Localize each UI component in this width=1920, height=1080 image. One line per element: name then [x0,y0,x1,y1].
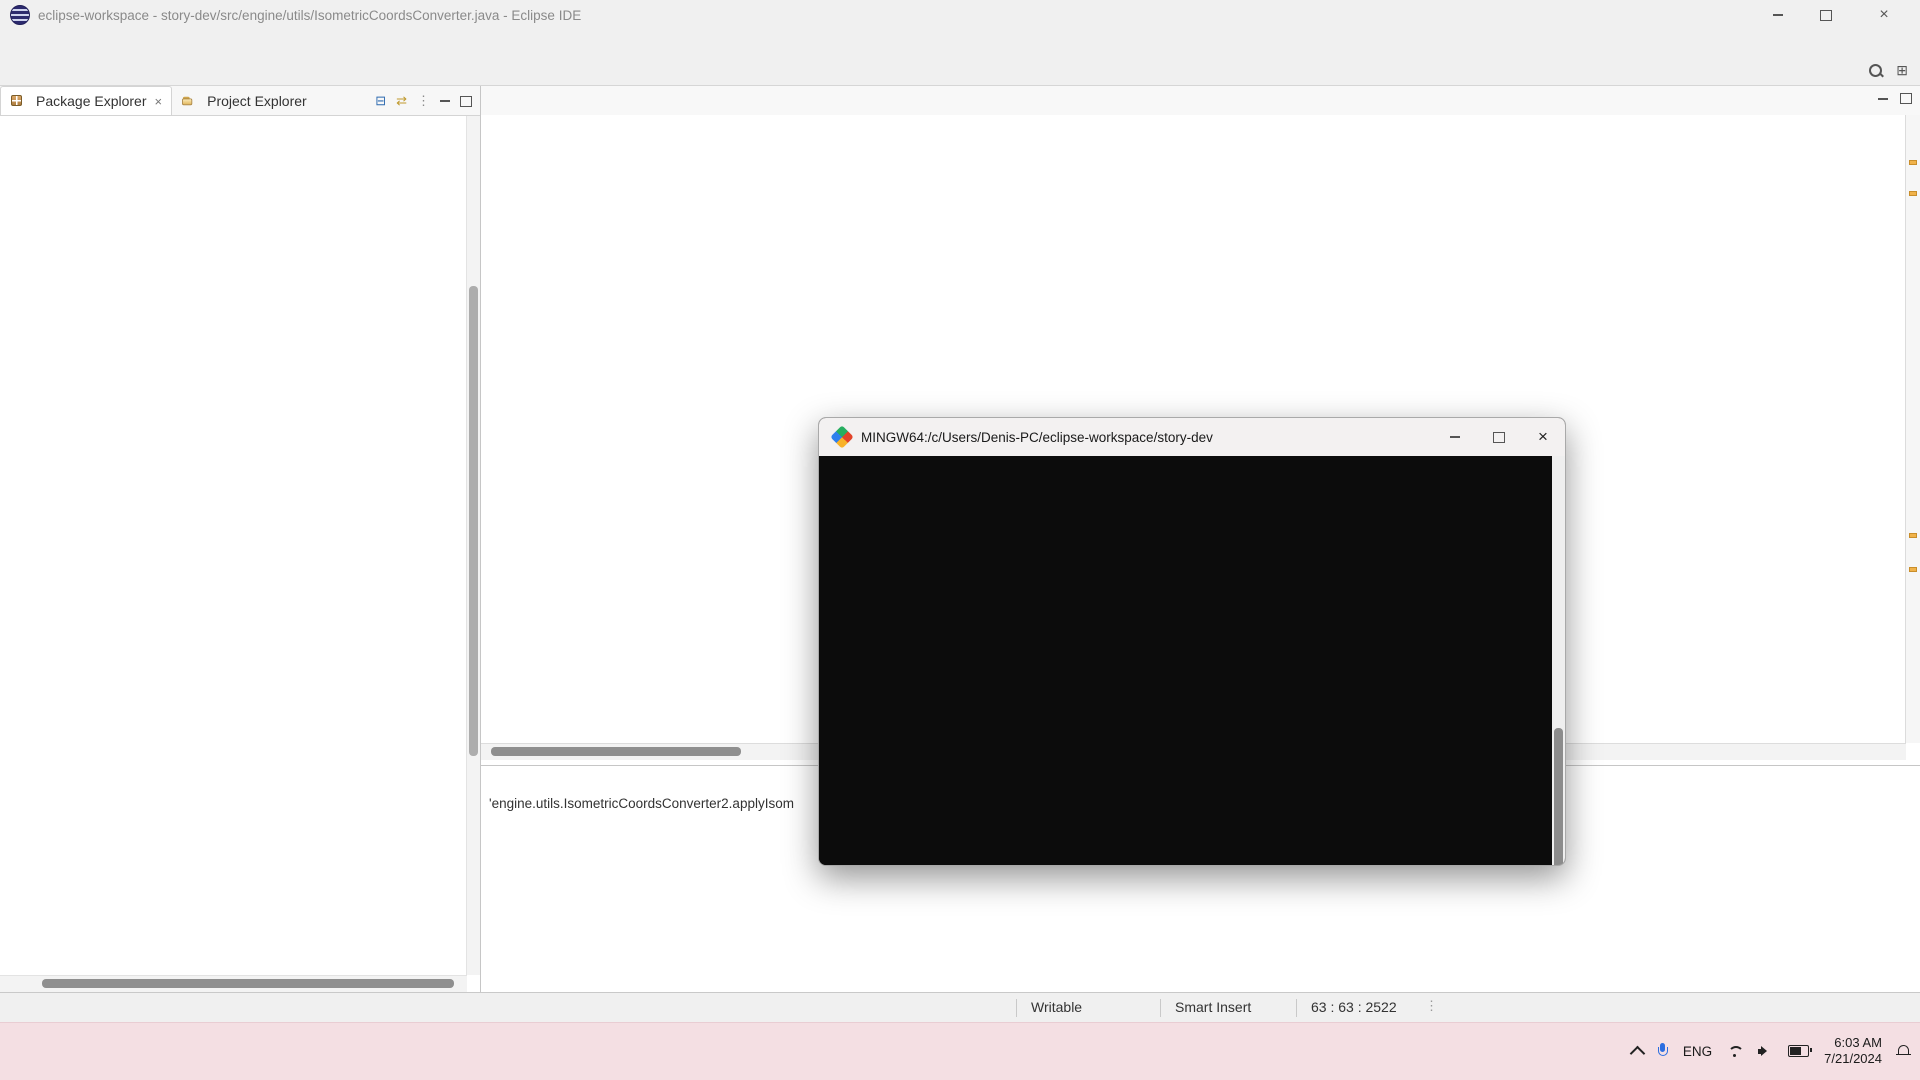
terminal-close-button[interactable]: × [1521,418,1565,456]
explorer-horizontal-scrollbar[interactable] [0,975,467,992]
status-insert-mode: Smart Insert [1175,999,1251,1015]
tray-overflow-icon[interactable] [1630,1045,1646,1061]
tab-project-explorer[interactable]: Project Explorer [172,87,316,115]
collapse-all-icon[interactable]: ⊟ [375,93,386,109]
status-bar: Writable Smart Insert 63 : 63 : 2522 ⋮ [0,992,1920,1023]
status-menu-icon[interactable]: ⋮ [1425,998,1439,1014]
explorer-vertical-scrollbar[interactable] [466,116,480,975]
open-perspective-icon[interactable]: ⊞ [1896,62,1908,79]
terminal-minimize-button[interactable] [1433,418,1477,456]
window-title: eclipse-workspace - story-dev/src/engine… [38,8,581,23]
battery-icon[interactable] [1788,1045,1809,1057]
system-tray: ENG 6:03 AM7/21/2024 [1632,1022,1910,1080]
project-explorer-icon [181,94,195,108]
package-explorer-tree [0,116,466,975]
minimize-editor-icon[interactable] [1878,98,1888,100]
microphone-icon[interactable] [1658,1043,1668,1059]
clock[interactable]: 6:03 AM7/21/2024 [1824,1035,1882,1067]
main-toolbar [0,55,1920,86]
wifi-icon[interactable] [1727,1045,1743,1058]
editor-annotation-ruler [1905,115,1920,743]
link-with-editor-icon[interactable]: ⇄ [396,93,407,109]
terminal-title: MINGW64:/c/Users/Denis-PC/eclipse-worksp… [861,430,1213,445]
desktop: eclipse-workspace - story-dev/src/engine… [0,0,1920,1080]
package-explorer-view: Package Explorer× Project Explorer ⊟ ⇄ ⋮ [0,86,481,992]
maximize-view-icon[interactable] [460,96,472,107]
status-writable: Writable [1031,999,1082,1015]
status-cursor-position: 63 : 63 : 2522 [1311,999,1397,1015]
mingw64-terminal-window[interactable]: MINGW64:/c/Users/Denis-PC/eclipse-worksp… [818,417,1566,866]
tab-package-explorer[interactable]: Package Explorer× [0,86,172,115]
minimize-button[interactable] [1756,0,1800,30]
search-icon[interactable] [1869,64,1882,77]
close-button[interactable]: × [1862,0,1906,30]
language-indicator[interactable]: ENG [1683,1044,1712,1059]
eclipse-titlebar: eclipse-workspace - story-dev/src/engine… [0,0,1920,30]
notification-bell-icon[interactable] [1897,1045,1910,1058]
toolbar-right: ⊞ [1869,55,1908,85]
git-icon [830,425,853,448]
volume-icon[interactable] [1758,1045,1773,1058]
close-tab-icon[interactable]: × [155,94,163,109]
editor-tab-bar [481,86,1920,116]
maximize-button[interactable] [1804,0,1848,30]
terminal-maximize-button[interactable] [1477,418,1521,456]
terminal-output[interactable] [819,456,1552,865]
maximize-editor-icon[interactable] [1900,93,1912,104]
view-menu-icon[interactable]: ⋮ [417,93,430,109]
menu-bar [0,30,1920,55]
terminal-scrollbar[interactable] [1552,456,1565,865]
package-explorer-icon [10,94,24,108]
eclipse-logo-icon [10,5,30,25]
explorer-tab-bar: Package Explorer× Project Explorer ⊟ ⇄ ⋮ [0,86,480,116]
terminal-titlebar[interactable]: MINGW64:/c/Users/Denis-PC/eclipse-worksp… [819,418,1565,456]
minimize-view-icon[interactable] [440,100,450,102]
